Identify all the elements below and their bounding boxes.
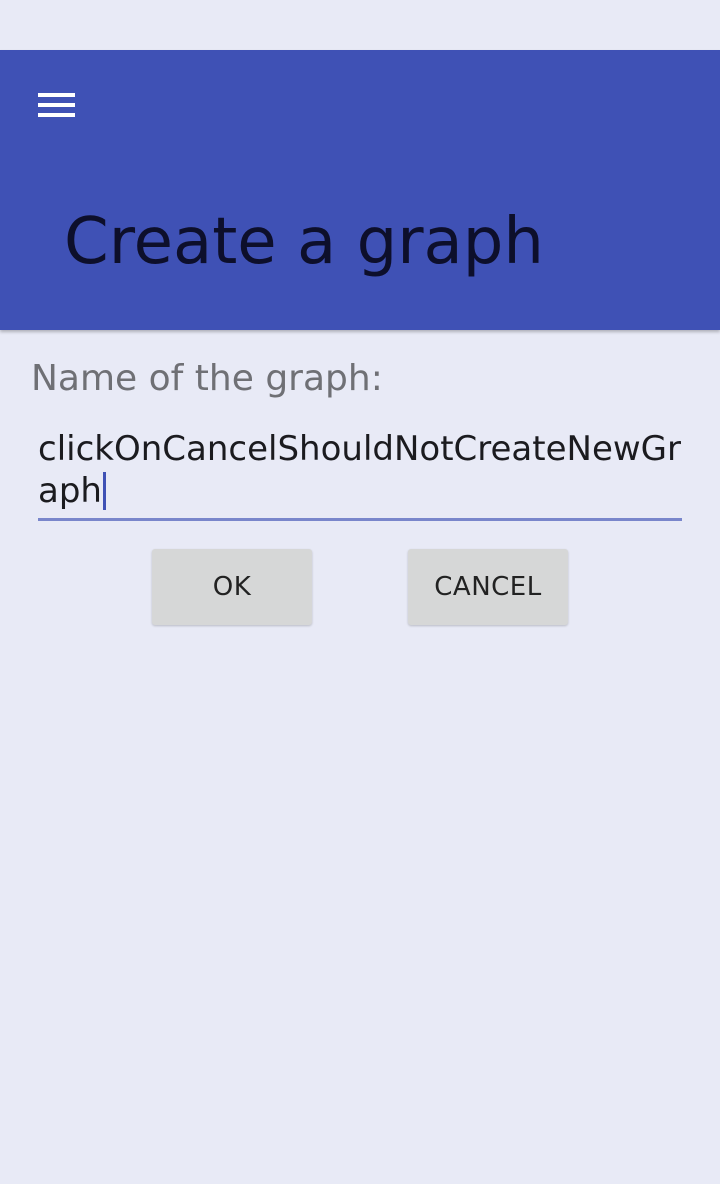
app-bar: Create a graph bbox=[0, 50, 720, 330]
menu-line bbox=[37, 103, 75, 107]
graph-name-label: Name of the graph: bbox=[31, 358, 383, 399]
cancel-button[interactable]: CANCEL bbox=[408, 549, 568, 625]
text-cursor bbox=[102, 472, 106, 510]
ok-button[interactable]: OK bbox=[152, 549, 312, 625]
menu-line bbox=[37, 93, 75, 97]
menu-line bbox=[37, 113, 75, 117]
graph-name-value: clickOnCancelShouldNotCreateNewGraph bbox=[38, 429, 681, 511]
page-title: Create a graph bbox=[64, 205, 544, 279]
graph-name-input[interactable]: clickOnCancelShouldNotCreateNewGraph bbox=[38, 428, 682, 521]
status-bar bbox=[0, 0, 720, 50]
hamburger-menu-icon[interactable] bbox=[26, 80, 86, 130]
